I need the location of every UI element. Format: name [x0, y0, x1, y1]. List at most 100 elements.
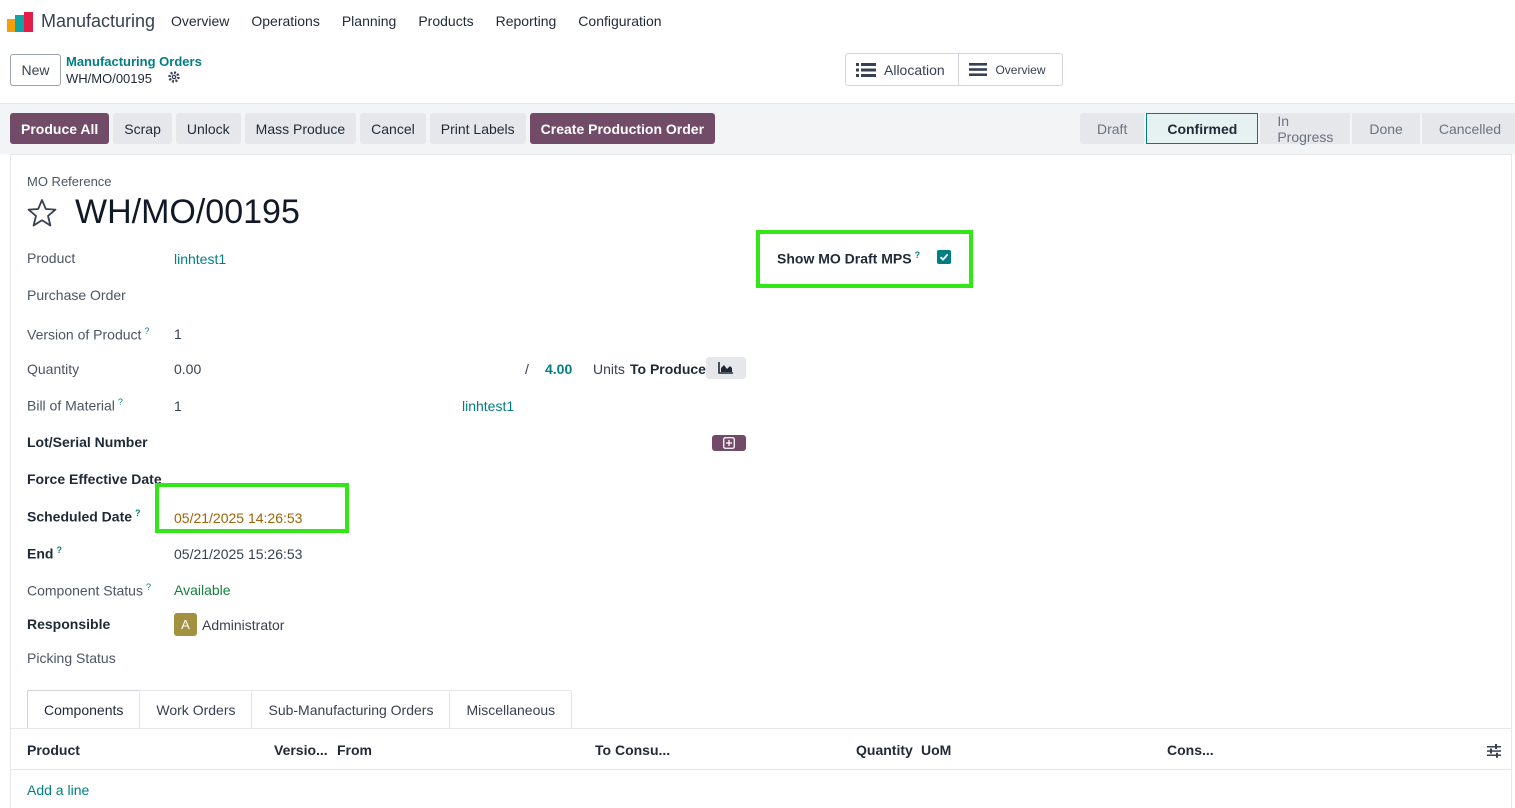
app-name[interactable]: Manufacturing [41, 11, 155, 32]
menu-operations[interactable]: Operations [240, 13, 330, 29]
stage-in-progress[interactable]: In Progress [1260, 113, 1351, 145]
help-icon[interactable]: ? [144, 326, 149, 336]
bom-version[interactable]: 1 [174, 398, 182, 414]
col-to-consume[interactable]: To Consu... [595, 742, 670, 758]
form-sheet: MO Reference WH/MO/00195 Product linhtes… [10, 154, 1512, 808]
stage-draft[interactable]: Draft [1080, 113, 1145, 144]
help-icon[interactable]: ? [146, 582, 151, 592]
units-label[interactable]: Units [593, 361, 625, 377]
bom-label: Bill of Material? [27, 397, 123, 414]
tab-miscellaneous[interactable]: Miscellaneous [449, 690, 573, 729]
responsible-label: Responsible [27, 616, 111, 632]
area-chart-icon [718, 362, 733, 374]
quantity-total[interactable]: 4.00 [545, 361, 572, 377]
col-version[interactable]: Versio... [274, 742, 328, 758]
breadcrumb-manufacturing-orders[interactable]: Manufacturing Orders [66, 54, 202, 69]
allocation-button[interactable]: Allocation [846, 54, 958, 85]
stage-pipeline: Draft Confirmed In Progress Done Cancell… [1080, 113, 1515, 145]
optional-columns-icon[interactable] [1487, 744, 1501, 758]
create-production-order-button[interactable]: Create Production Order [529, 113, 716, 144]
stage-cancelled[interactable]: Cancelled [1421, 113, 1515, 144]
top-navbar: Manufacturing Overview Operations Planni… [0, 0, 1515, 44]
add-line-link[interactable]: Add a line [27, 782, 89, 798]
show-mo-draft-checkbox[interactable] [937, 250, 951, 264]
avatar: A [174, 613, 197, 636]
picking-status-label: Picking Status [27, 650, 116, 666]
breadcrumb-current: WH/MO/00195 [66, 71, 152, 86]
component-status-label-text: Component Status [27, 582, 143, 599]
menu-reporting[interactable]: Reporting [485, 13, 568, 29]
show-mo-draft-label-text: Show MO Draft MPS [777, 250, 912, 267]
quantity-separator: / [525, 361, 529, 377]
menu-overview[interactable]: Overview [160, 13, 240, 29]
quantity-input[interactable]: 0.00 [174, 361, 201, 377]
version-label-text: Version of Product [27, 326, 142, 343]
add-lot-button[interactable] [712, 435, 746, 451]
component-status-label: Component Status? [27, 582, 151, 599]
mo-reference-title: WH/MO/00195 [75, 193, 300, 231]
gear-icon[interactable] [167, 70, 181, 84]
col-uom[interactable]: UoM [921, 742, 951, 758]
overview-label: Overview [995, 62, 1046, 77]
col-product[interactable]: Product [27, 742, 80, 758]
show-mo-draft-label: Show MO Draft MPS? [777, 250, 920, 267]
smart-buttons: Allocation Overview [845, 53, 1063, 86]
col-consumed[interactable]: Cons... [1167, 742, 1214, 758]
star-icon[interactable] [27, 198, 57, 228]
unlock-button[interactable]: Unlock [175, 113, 241, 144]
col-quantity[interactable]: Quantity [856, 742, 913, 758]
menu-products[interactable]: Products [407, 13, 484, 29]
action-buttons: Produce All Scrap Unlock Mass Produce Ca… [10, 113, 716, 144]
quantity-label: Quantity [27, 361, 80, 377]
overview-button[interactable]: Overview [958, 54, 1062, 85]
table-header-divider [11, 769, 1511, 770]
product-value[interactable]: linhtest1 [174, 251, 226, 267]
version-label: Version of Product? [27, 326, 149, 343]
component-status-value: Available [174, 582, 231, 598]
forecast-graph-button[interactable] [706, 357, 746, 379]
mass-produce-button[interactable]: Mass Produce [244, 113, 357, 144]
menu-lines-icon [969, 63, 988, 76]
plus-square-icon [723, 437, 735, 449]
checkmark-icon [939, 253, 949, 261]
menu-configuration[interactable]: Configuration [567, 13, 672, 29]
help-icon[interactable]: ? [118, 397, 123, 407]
lot-serial-label: Lot/Serial Number [27, 434, 148, 450]
help-icon[interactable]: ? [135, 508, 141, 518]
tab-divider [11, 728, 1511, 729]
tab-sub-manufacturing-orders[interactable]: Sub-Manufacturing Orders [251, 690, 451, 729]
version-value[interactable]: 1 [174, 326, 182, 342]
scheduled-date-label-text: Scheduled Date [27, 508, 133, 525]
scrap-button[interactable]: Scrap [113, 113, 172, 144]
end-value[interactable]: 05/21/2025 15:26:53 [174, 546, 302, 562]
notebook-tabs: Components Work Orders Sub-Manufacturing… [27, 690, 573, 729]
cancel-button[interactable]: Cancel [360, 113, 426, 144]
produce-all-button[interactable]: Produce All [10, 113, 110, 144]
manufacturing-app-icon[interactable] [7, 12, 33, 32]
stage-done[interactable]: Done [1352, 113, 1420, 144]
col-from[interactable]: From [337, 742, 372, 758]
scheduled-date-value[interactable]: 05/21/2025 14:26:53 [174, 510, 302, 526]
product-label: Product [27, 250, 76, 266]
end-label-text: End [27, 545, 54, 562]
purchase-order-label: Purchase Order [27, 287, 126, 303]
new-button[interactable]: New [10, 54, 61, 86]
bom-product[interactable]: linhtest1 [462, 398, 514, 414]
help-icon[interactable]: ? [56, 545, 62, 555]
allocation-label: Allocation [884, 61, 945, 78]
menu-planning[interactable]: Planning [331, 13, 408, 29]
responsible-value[interactable]: Administrator [202, 617, 284, 633]
force-effective-date-label: Force Effective Date [27, 471, 162, 487]
stage-confirmed[interactable]: Confirmed [1146, 113, 1259, 144]
main-menu: Overview Operations Planning Products Re… [160, 13, 673, 29]
mo-reference-label: MO Reference [27, 174, 112, 189]
help-icon[interactable]: ? [915, 250, 921, 260]
print-labels-button[interactable]: Print Labels [429, 113, 526, 144]
end-label: End? [27, 545, 62, 562]
tab-work-orders[interactable]: Work Orders [139, 690, 253, 729]
scheduled-date-label: Scheduled Date? [27, 508, 141, 525]
tab-components[interactable]: Components [27, 690, 141, 729]
to-produce-label: To Produce [630, 361, 706, 377]
bom-label-text: Bill of Material [27, 397, 115, 414]
list-icon [856, 62, 876, 77]
